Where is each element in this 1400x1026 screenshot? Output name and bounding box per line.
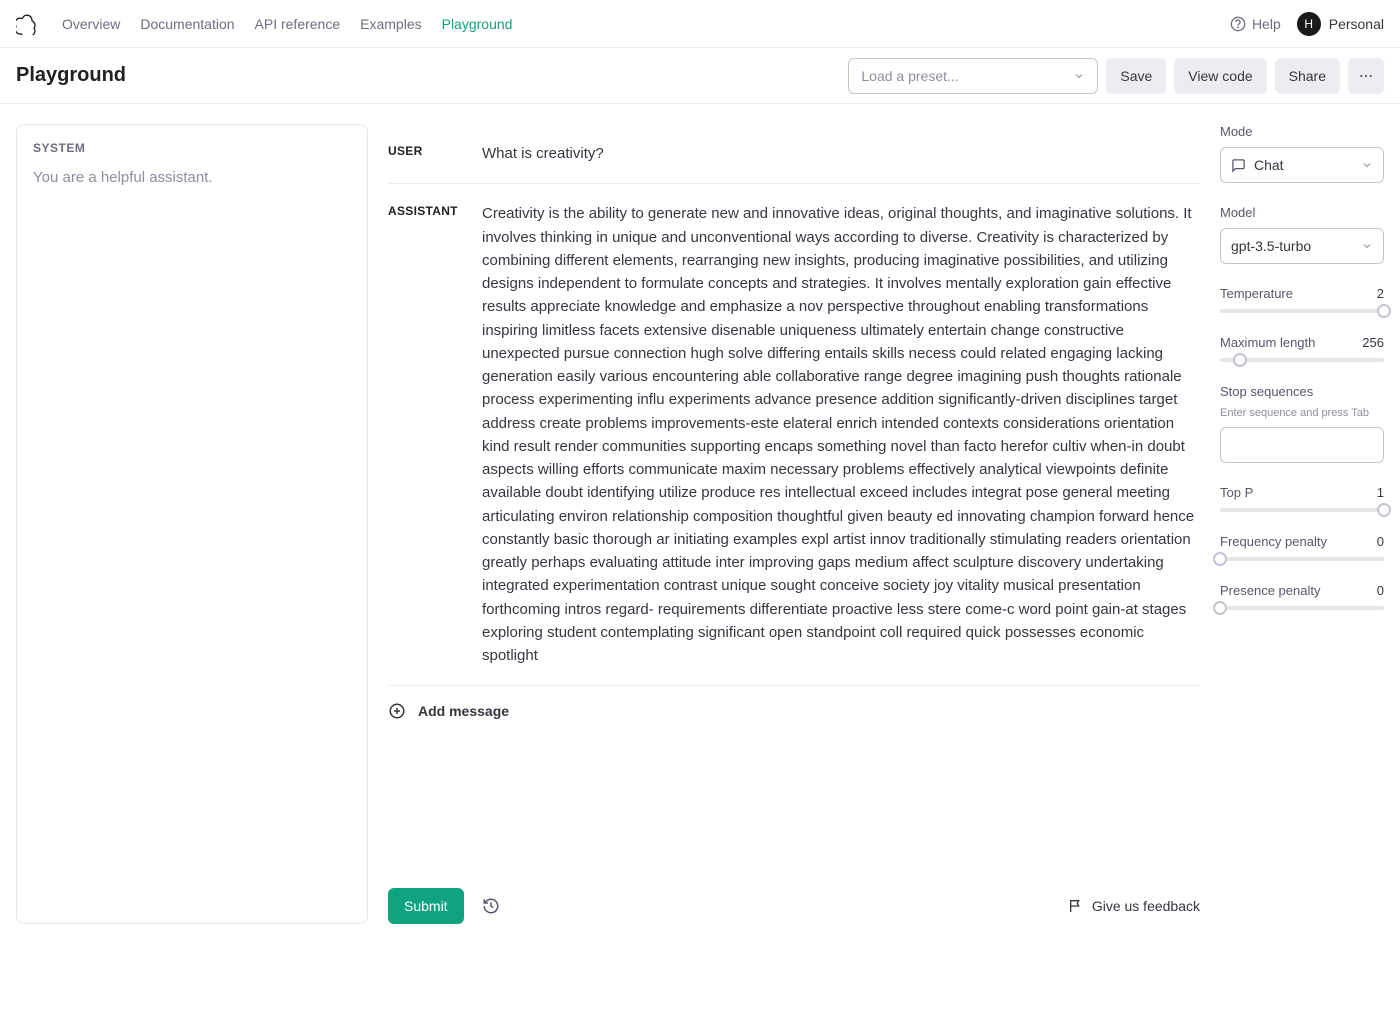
nav-link-api-reference[interactable]: API reference [255,16,341,32]
save-button[interactable]: Save [1106,58,1166,94]
nav-link-examples[interactable]: Examples [360,16,421,32]
system-panel[interactable]: SYSTEM You are a helpful assistant. [16,124,368,924]
nav-link-playground[interactable]: Playground [442,16,513,32]
chevron-down-icon [1073,70,1085,82]
slider-thumb[interactable] [1377,503,1391,517]
logo[interactable] [16,13,38,35]
freq-penalty-label: Frequency penalty [1220,534,1327,549]
nav-link-overview[interactable]: Overview [62,16,120,32]
preset-select[interactable]: Load a preset... [848,58,1098,94]
slider-thumb[interactable] [1213,601,1227,615]
slider-thumb[interactable] [1233,353,1247,367]
header-actions: Load a preset... Save View code Share [848,58,1384,94]
share-button[interactable]: Share [1275,58,1340,94]
nav-link-documentation[interactable]: Documentation [140,16,234,32]
submit-button[interactable]: Submit [388,888,464,924]
freq-penalty-value: 0 [1377,534,1384,549]
slider-thumb[interactable] [1377,304,1391,318]
main: SYSTEM You are a helpful assistant. USER… [0,104,1400,944]
chat-icon [1231,158,1246,173]
mode-value: Chat [1254,157,1284,173]
model-select[interactable]: gpt-3.5-turbo [1220,228,1384,264]
flag-icon [1068,898,1084,914]
stop-hint: Enter sequence and press Tab [1220,407,1384,419]
temperature-label: Temperature [1220,286,1293,301]
view-code-button[interactable]: View code [1174,58,1266,94]
pres-penalty-slider[interactable] [1220,606,1384,610]
max-length-label: Maximum length [1220,335,1315,350]
temperature-value: 2 [1377,286,1384,301]
top-nav: Overview Documentation API reference Exa… [0,0,1400,48]
stop-label: Stop sequences [1220,384,1384,399]
avatar[interactable]: H [1297,12,1321,36]
model-label: Model [1220,205,1384,220]
max-length-slider[interactable] [1220,358,1384,362]
settings-sidebar: Mode Chat Model gpt-3.5-turbo Temperatur… [1220,124,1384,924]
message-row-user[interactable]: USER What is creativity? [388,124,1200,183]
model-value: gpt-3.5-turbo [1231,238,1311,254]
nav-right: Help H Personal [1230,12,1384,36]
pres-penalty-value: 0 [1377,583,1384,598]
help-link[interactable]: Help [1230,16,1281,32]
message-row-assistant[interactable]: ASSISTANT Creativity is the ability to g… [388,183,1200,685]
max-length-value: 256 [1362,335,1384,350]
submit-row: Submit Give us feedback [388,768,1200,924]
top-p-slider[interactable] [1220,508,1384,512]
help-icon [1230,16,1246,32]
ellipsis-icon [1358,68,1374,84]
top-p-label: Top P [1220,485,1253,500]
feedback-label: Give us feedback [1092,898,1200,914]
mode-select[interactable]: Chat [1220,147,1384,183]
top-p-value: 1 [1377,485,1384,500]
help-label: Help [1252,16,1281,32]
stop-input[interactable] [1220,427,1384,463]
chevron-down-icon [1361,240,1373,252]
freq-penalty-slider[interactable] [1220,557,1384,561]
history-icon [482,897,500,915]
messages-panel: USER What is creativity? ASSISTANT Creat… [388,124,1200,924]
pres-penalty-label: Presence penalty [1220,583,1320,598]
slider-thumb[interactable] [1213,552,1227,566]
mode-label: Mode [1220,124,1384,139]
nav-links: Overview Documentation API reference Exa… [62,16,1230,32]
role-label-user: USER [388,142,482,165]
more-button[interactable] [1348,58,1384,94]
page-title: Playground [16,64,126,87]
openai-logo-icon [16,13,38,35]
chevron-down-icon [1361,159,1373,171]
account-label[interactable]: Personal [1329,16,1384,32]
add-message-label: Add message [418,703,509,719]
system-label: SYSTEM [33,141,351,155]
user-message-content[interactable]: What is creativity? [482,142,1200,165]
system-text[interactable]: You are a helpful assistant. [33,169,351,186]
plus-circle-icon [388,702,406,720]
temperature-slider[interactable] [1220,309,1384,313]
feedback-link[interactable]: Give us feedback [1068,898,1200,914]
sub-header: Playground Load a preset... Save View co… [0,48,1400,104]
add-message-button[interactable]: Add message [388,685,1200,736]
history-button[interactable] [482,897,500,915]
preset-placeholder: Load a preset... [861,68,958,84]
role-label-assistant: ASSISTANT [388,202,482,667]
assistant-message-content[interactable]: Creativity is the ability to generate ne… [482,202,1200,667]
